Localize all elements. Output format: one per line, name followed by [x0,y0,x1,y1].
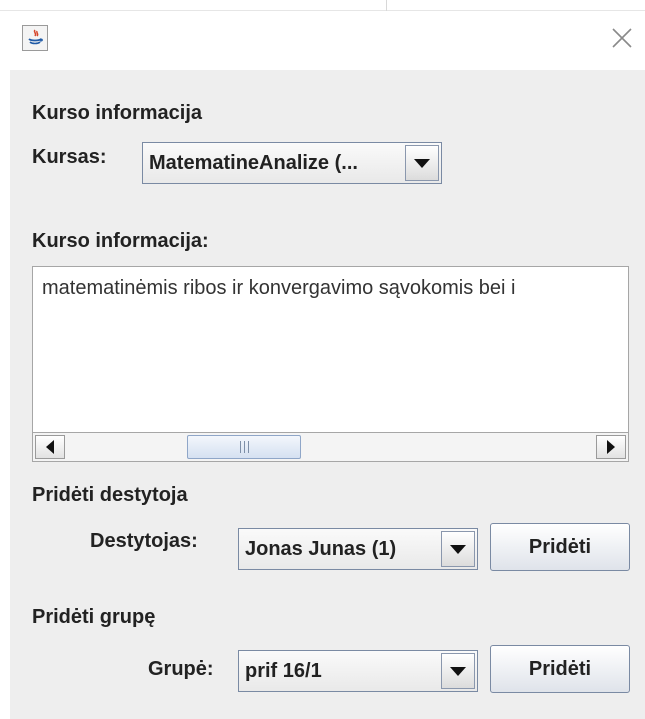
add-teacher-section-title: Pridėti destytoja [32,484,188,506]
group-label: Grupė: [148,658,214,680]
course-info-section-title: Kurso informacija [32,102,203,124]
chevron-down-icon[interactable] [441,531,475,567]
top-divider-tick [386,0,387,11]
group-selected-value: prif 16/1 [245,660,322,682]
scroll-right-button[interactable] [596,435,626,459]
scroll-left-button[interactable] [35,435,65,459]
chevron-down-icon[interactable] [405,145,439,181]
teacher-selected-value: Jonas Junas (1) [245,538,397,560]
add-group-section-title: Pridėti grupę [32,606,156,628]
arrow-left-icon [46,440,54,454]
dialog-window: Kurso informacija Kursas: MatematineAnal… [0,0,645,719]
course-selected-value: MatematineAnalize (... [149,152,358,174]
horizontal-scrollbar[interactable] [32,432,629,462]
course-info-text-label: Kurso informacija: [32,230,209,252]
course-label: Kursas: [32,146,107,168]
add-group-button[interactable]: Pridėti [490,645,630,693]
chevron-down-icon[interactable] [441,653,475,689]
teacher-combobox[interactable]: Jonas Junas (1) [238,528,478,570]
content-panel: Kurso informacija Kursas: MatematineAnal… [10,70,645,719]
scroll-thumb[interactable] [187,435,301,459]
course-combobox[interactable]: MatematineAnalize (... [142,142,442,184]
teacher-label: Destytojas: [90,530,198,552]
close-icon[interactable] [610,26,634,50]
group-combobox[interactable]: prif 16/1 [238,650,478,692]
title-bar [0,11,645,70]
java-icon [22,25,48,51]
arrow-right-icon [607,440,615,454]
add-teacher-button[interactable]: Pridėti [490,523,630,571]
course-info-text: matematinėmis ribos ir konvergavimo sąvo… [42,277,516,299]
